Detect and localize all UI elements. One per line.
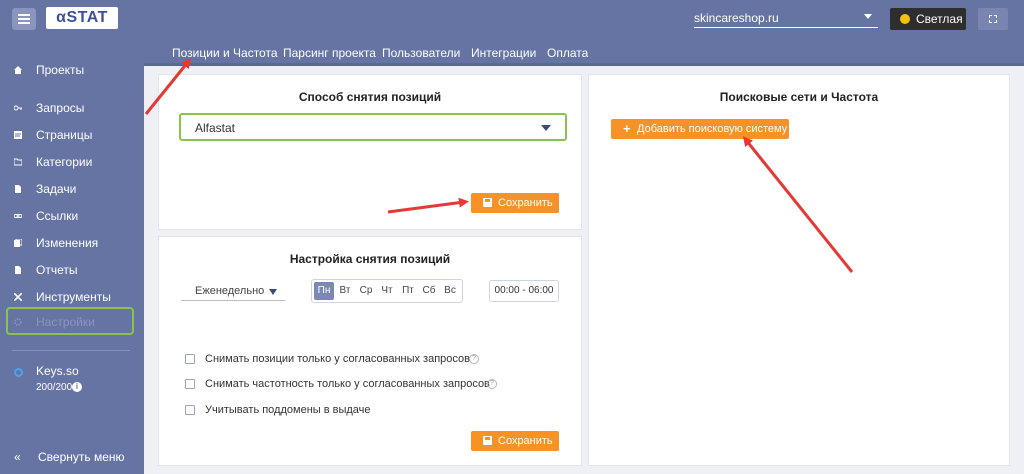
tab-integrations[interactable]: Интеграции: [471, 46, 536, 60]
chevron-down-icon: [864, 14, 872, 19]
sidebar-item-links[interactable]: Ссылки: [0, 203, 144, 229]
changes-icon: [14, 239, 22, 247]
save-label: Сохранить: [498, 435, 553, 447]
report-icon: [15, 266, 21, 274]
plus-icon: +: [623, 121, 631, 136]
project-domain-select[interactable]: skincareshop.ru: [694, 10, 878, 28]
folder-icon: [14, 158, 22, 166]
sidebar-item-label: Проекты: [36, 63, 85, 77]
engines-panel: Поисковые сети и Частота + Добавить поис…: [588, 74, 1010, 466]
caret-down-icon: [269, 289, 277, 295]
keys-so-label[interactable]: Keys.so: [36, 364, 79, 378]
tab-users[interactable]: Пользователи: [382, 46, 460, 60]
save-label: Сохранить: [498, 197, 553, 209]
frequency-value: Еженедельно: [195, 285, 265, 297]
frequency-select[interactable]: Еженедельно: [181, 283, 285, 301]
sidebar-item-label: Страницы: [36, 128, 93, 142]
day-wed[interactable]: Ср: [356, 282, 376, 300]
tab-bar: Позиции и Частота Парсинг проекта Пользо…: [144, 40, 1024, 66]
checkbox-label: Снимать частотность только у согласованн…: [205, 378, 490, 390]
sun-icon: [900, 14, 910, 24]
save-method-button[interactable]: Сохранить: [471, 193, 559, 213]
tools-icon: [14, 293, 22, 301]
sidebar-item-categories[interactable]: Категории: [0, 149, 144, 175]
day-tue[interactable]: Вт: [335, 282, 355, 300]
sidebar-item-label: Категории: [36, 155, 93, 169]
theme-label: Светлая: [916, 12, 963, 26]
keys-so-count: 200/200: [36, 382, 73, 393]
page-icon: [14, 131, 22, 139]
collapse-menu-button[interactable]: « Свернуть меню: [14, 450, 125, 464]
help-icon[interactable]: ?: [469, 354, 479, 364]
collapse-menu-label: Свернуть меню: [38, 450, 125, 464]
menu-icon[interactable]: [12, 8, 36, 30]
info-icon[interactable]: i: [72, 382, 82, 392]
help-icon[interactable]: ?: [487, 379, 497, 389]
sidebar-item-reports[interactable]: Отчеты: [0, 257, 144, 283]
weekday-selector: Пн Вт Ср Чт Пт Сб Вс: [311, 279, 463, 303]
checkbox[interactable]: [185, 354, 195, 364]
keys-so-icon: [14, 368, 23, 377]
sidebar-item-pages[interactable]: Страницы: [0, 122, 144, 148]
fullscreen-button[interactable]: [978, 8, 1008, 30]
checkbox-label: Снимать позиции только у согласованных з…: [205, 353, 470, 365]
sidebar-item-label: Изменения: [36, 236, 99, 250]
tab-project-parsing[interactable]: Парсинг проекта: [283, 46, 376, 60]
method-panel: Способ снятия позиций Alfastat Сохранить: [158, 74, 582, 230]
sidebar-item-label: Запросы: [36, 101, 85, 115]
divider: [12, 350, 130, 351]
day-thu[interactable]: Чт: [377, 282, 397, 300]
project-domain-value: skincareshop.ru: [694, 11, 779, 25]
sidebar-item-label: Задачи: [36, 182, 77, 196]
fullscreen-icon: [989, 15, 997, 23]
method-panel-title: Способ снятия позиций: [298, 90, 442, 104]
settings-highlight-box: [6, 307, 134, 335]
key-icon: [14, 105, 22, 111]
sidebar: Проекты Запросы Страницы Категории Задач…: [0, 40, 144, 474]
schedule-panel-title: Настройка снятия позиций: [289, 252, 451, 266]
day-fri[interactable]: Пт: [398, 282, 418, 300]
day-mon[interactable]: Пн: [314, 282, 334, 300]
add-search-engine-button[interactable]: + Добавить поисковую систему: [611, 119, 789, 139]
day-sun[interactable]: Вс: [440, 282, 460, 300]
sidebar-item-queries[interactable]: Запросы: [0, 95, 144, 121]
task-icon: [15, 185, 21, 193]
top-bar: αSTAT skincareshop.ru Светлая: [0, 0, 1024, 40]
sidebar-item-changes[interactable]: Изменения: [0, 230, 144, 256]
save-icon: [483, 436, 492, 445]
schedule-panel: Настройка снятия позиций Еженедельно Пн …: [158, 236, 582, 466]
theme-toggle-button[interactable]: Светлая: [890, 8, 966, 30]
caret-down-icon: [541, 125, 551, 131]
day-sat[interactable]: Сб: [419, 282, 439, 300]
home-icon: [14, 66, 22, 74]
method-select-value: Alfastat: [195, 121, 236, 135]
checkbox[interactable]: [185, 379, 195, 389]
checkbox[interactable]: [185, 405, 195, 415]
tab-positions-frequency[interactable]: Позиции и Частота: [172, 46, 278, 65]
sidebar-item-tasks[interactable]: Задачи: [0, 176, 144, 202]
tab-payment[interactable]: Оплата: [547, 46, 588, 60]
sidebar-item-label: Ссылки: [36, 209, 79, 223]
save-schedule-button[interactable]: Сохранить: [471, 431, 559, 451]
sidebar-item-projects[interactable]: Проекты: [0, 57, 144, 83]
time-range-input[interactable]: 00:00 - 06:00: [489, 280, 559, 302]
add-search-engine-label: Добавить поисковую систему: [637, 123, 788, 135]
double-chevron-left-icon: «: [14, 450, 21, 464]
engines-panel-title: Поисковые сети и Частота: [719, 90, 879, 104]
logo[interactable]: αSTAT: [46, 7, 118, 29]
link-icon: [14, 214, 22, 218]
sidebar-item-label: Отчеты: [36, 263, 78, 277]
checkbox-label: Учитывать поддомены в выдаче: [205, 404, 371, 416]
save-icon: [483, 198, 492, 207]
method-select[interactable]: Alfastat: [179, 113, 567, 141]
